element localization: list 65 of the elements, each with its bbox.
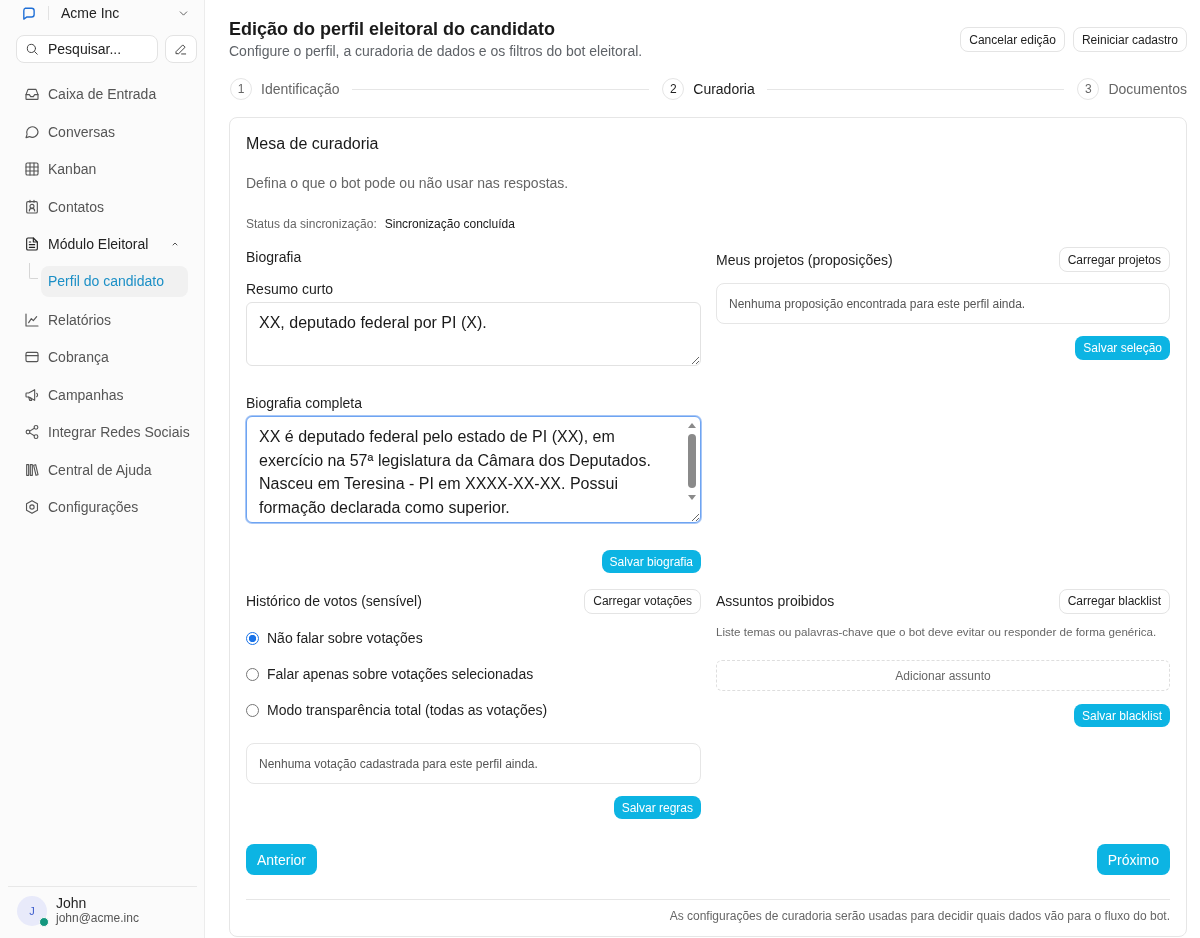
contact-card-icon (24, 198, 40, 215)
nav-item[interactable]: Campanhas (16, 378, 189, 411)
nav-item[interactable]: Configurações (16, 491, 189, 523)
step-label: Documentos (1108, 81, 1187, 97)
empty-state-box: Nenhuma votação cadastrada para este perfil ainda. (246, 743, 701, 784)
search-icon (25, 42, 39, 56)
books-icon (24, 461, 40, 478)
nav-item[interactable]: Cobrança (16, 341, 189, 373)
nav-item[interactable]: Contatos (16, 190, 189, 223)
share-icon (24, 424, 40, 440)
chat-bubble-logo-icon (21, 5, 36, 21)
text-area[interactable]: XX, deputado federal por PI (X). (246, 302, 701, 366)
inbox-icon (24, 86, 40, 102)
radio-button[interactable] (246, 667, 259, 681)
nav-item[interactable]: Relatórios (16, 303, 189, 336)
card-title: Mesa de curadoria (246, 134, 380, 154)
section-title: Biografia (246, 248, 303, 267)
document-icon (24, 236, 40, 252)
radio-button[interactable] (246, 631, 259, 645)
radio-label[interactable]: Modo transparência total (todas as votações) (267, 702, 548, 718)
page-subtitle: Configure o perfil, a curadoria de dados e os filtros do bot eleitoral. (229, 42, 643, 61)
section-title: Meus projetos (proposições) (716, 250, 893, 270)
add-topic-button[interactable]: Adicionar assunto (716, 660, 1170, 691)
settings-icon (24, 499, 40, 515)
pencil-icon (174, 42, 188, 56)
load-projects-button[interactable]: Carregar projetos (1058, 247, 1170, 272)
hint-text: Liste temas ou palavras-chave que o bot deve evitar ou responder de forma genérica. (716, 624, 1158, 640)
nav-item[interactable]: Conversas (16, 115, 189, 148)
tree-line (29, 262, 38, 279)
sync-status-value: Sincronização concluída (384, 216, 515, 232)
compose-button[interactable] (165, 35, 197, 63)
megaphone-icon (24, 386, 40, 403)
step-label: Curadoria (693, 81, 755, 97)
nav-item[interactable]: Kanban (16, 153, 189, 185)
search-field[interactable]: Pesquisar... (16, 35, 158, 63)
nav-item[interactable]: Caixa de Entrada (16, 78, 189, 110)
workspace-switcher[interactable]: Acme Inc (61, 1, 190, 25)
nav-item[interactable]: Integrar Redes Sociais (16, 416, 189, 448)
nav-item[interactable]: Módulo Eleitoral (16, 228, 189, 260)
credit-card-icon (24, 349, 40, 365)
nav-item[interactable]: Central de Ajuda (16, 453, 189, 486)
empty-state-box: Nenhuma proposição encontrada para este perfil ainda. (716, 283, 1170, 324)
radio-label[interactable]: Não falar sobre votações (267, 630, 423, 646)
user-name: John (56, 895, 88, 911)
user-email: john@acme.inc (56, 911, 139, 926)
card-description: Defina o que o bot pode ou não usar nas respostas. (246, 174, 570, 193)
text-area[interactable]: XX é deputado federal pelo estado de PI (XX), em exercício na 57ª legislatura da Câmara dos Deputados. Nasceu em Teresina - PI em XXXX-XX-XX. Possui formação declarada como superior. (246, 416, 701, 523)
radio-button[interactable] (246, 703, 259, 717)
chat-bubble-icon (24, 123, 40, 140)
grid-icon (24, 161, 40, 177)
restart-button[interactable]: Reiniciar cadastro (1072, 27, 1187, 52)
field-label: Resumo curto (246, 280, 335, 299)
line-chart-icon (24, 311, 40, 328)
cancel-edit-button[interactable]: Cancelar edição (960, 27, 1065, 52)
load-votes-button[interactable]: Carregar votações (584, 588, 701, 614)
page-title: Edição do perfil eleitoral do candidato (229, 18, 557, 41)
load-blacklist-button[interactable]: Carregar blacklist (1058, 588, 1170, 614)
sync-status-label: Status da sincronização: (246, 216, 377, 232)
section-title: Histórico de votos (sensível) (246, 592, 422, 611)
section-title: Assuntos proibidos (716, 592, 835, 611)
radio-label[interactable]: Falar apenas sobre votações selecionadas (267, 666, 534, 682)
user-avatar: J (17, 895, 47, 926)
field-label: Biografia completa (246, 394, 363, 413)
step-label: Identificação (261, 81, 340, 97)
footer-note: As configurações de curadoria serão usadas para decidir quais dados vão para o fluxo do bot. (668, 908, 1170, 924)
